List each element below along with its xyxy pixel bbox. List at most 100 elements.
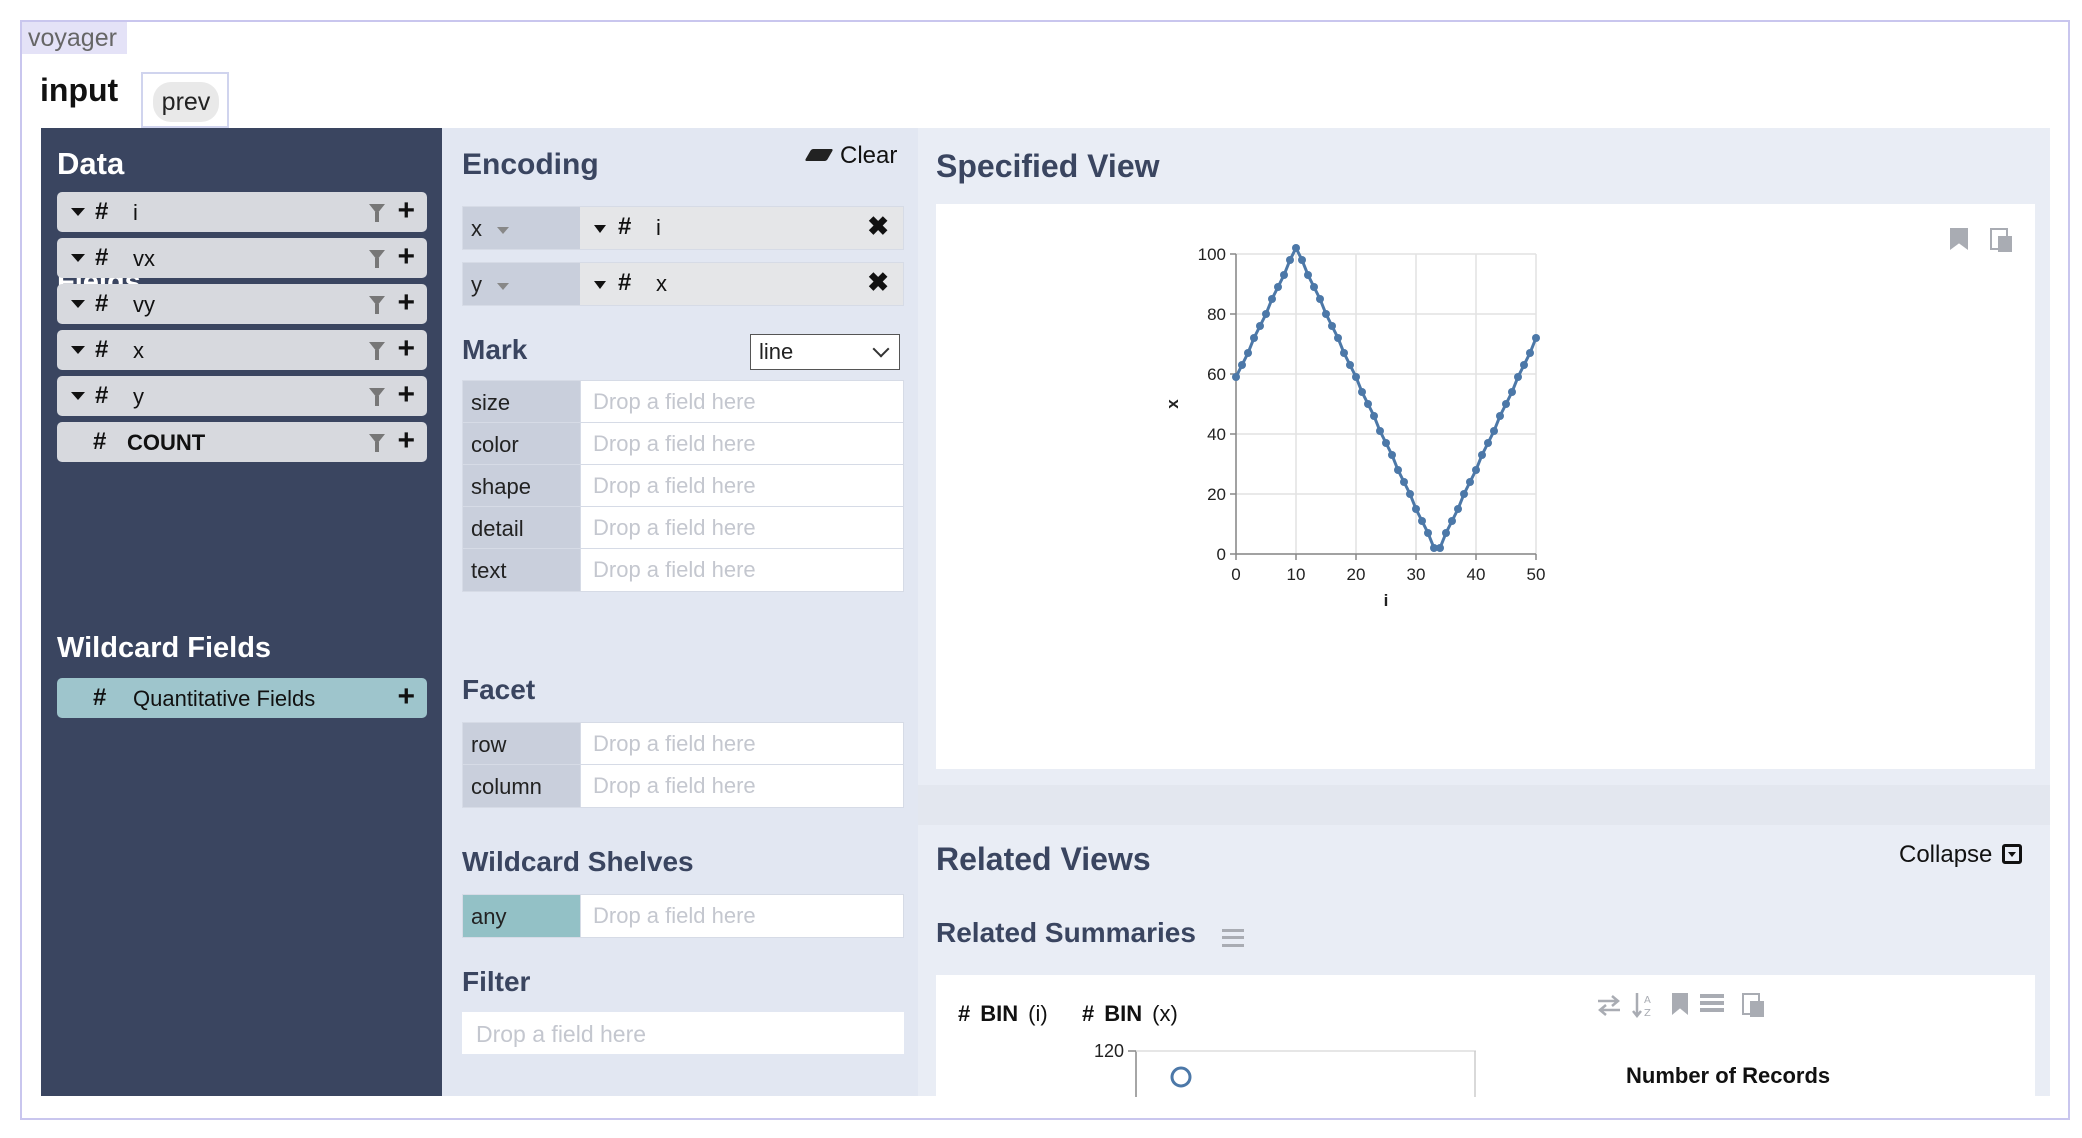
shelf-size[interactable]: size Drop a field here xyxy=(462,380,904,424)
collapse-button[interactable]: Collapse xyxy=(1899,841,2023,869)
shelf-x-label: x xyxy=(471,216,482,241)
field-pill-vx[interactable]: # vx + xyxy=(57,238,427,278)
data-point xyxy=(1280,271,1288,279)
shelf-y-field[interactable]: # x ✖ xyxy=(580,263,903,305)
data-point xyxy=(1328,322,1336,330)
remove-icon[interactable]: ✖ xyxy=(867,267,889,298)
data-point xyxy=(1238,361,1246,369)
shelf-x-field[interactable]: # i ✖ xyxy=(580,207,903,249)
shelf-column[interactable]: column Drop a field here xyxy=(462,764,904,808)
eraser-icon xyxy=(804,149,834,161)
data-point xyxy=(1442,529,1450,537)
mark-select-value: line xyxy=(759,339,794,364)
shelf-y-field-name: x xyxy=(656,271,667,296)
filter-icon[interactable] xyxy=(369,388,385,406)
filter-drop-zone[interactable]: Drop a field here xyxy=(462,1012,904,1054)
chevron-down-icon[interactable] xyxy=(497,283,509,290)
shelf-color[interactable]: color Drop a field here xyxy=(462,422,904,466)
filter-icon[interactable] xyxy=(369,434,385,452)
shelf-color-drop[interactable]: Drop a field here xyxy=(580,423,903,465)
field-pill-vy[interactable]: # vy + xyxy=(57,284,427,324)
series-line xyxy=(1234,244,1538,550)
shelf-y[interactable]: y # x ✖ xyxy=(462,262,904,306)
field-pill-x[interactable]: # x + xyxy=(57,330,427,370)
y-tick-label: 60 xyxy=(1207,365,1226,384)
data-point xyxy=(1478,451,1486,459)
mark-select[interactable]: line xyxy=(750,334,900,370)
encoding-panel: Encoding Clear x # i ✖ y # x ✖ Mark line… xyxy=(442,128,918,1096)
related-views-title: Related Views xyxy=(936,841,1151,877)
data-point xyxy=(1406,490,1414,498)
caret-down-icon[interactable] xyxy=(71,392,85,400)
quantitative-type-icon: # xyxy=(95,244,109,271)
filter-icon[interactable] xyxy=(369,204,385,222)
data-point xyxy=(1460,490,1468,498)
quantitative-type-icon: # xyxy=(1082,1001,1095,1026)
chevron-down-icon[interactable] xyxy=(497,227,509,234)
wildcard-field-quantitative[interactable]: # Quantitative Fields + xyxy=(57,678,427,718)
data-point xyxy=(1310,283,1318,291)
add-icon[interactable]: + xyxy=(397,194,415,228)
filter-icon[interactable] xyxy=(369,296,385,314)
shelf-any[interactable]: any Drop a field here xyxy=(462,894,904,938)
summary-point xyxy=(1170,1066,1192,1088)
add-icon[interactable]: + xyxy=(397,378,415,412)
swap-axes-icon[interactable] xyxy=(1596,993,1622,1017)
summary-field-name: (x) xyxy=(1152,1001,1178,1026)
list-icon[interactable] xyxy=(1222,929,1244,947)
shelf-x[interactable]: x # i ✖ xyxy=(462,206,904,250)
summary-field-label: BIN xyxy=(1104,1001,1143,1026)
shelf-x-field-name: i xyxy=(656,215,661,240)
shelf-row[interactable]: row Drop a field here xyxy=(462,722,904,766)
summary-field-name: (i) xyxy=(1028,1001,1048,1026)
x-tick-label: 0 xyxy=(1231,565,1240,584)
shelf-detail-drop[interactable]: Drop a field here xyxy=(580,507,903,549)
sort-icon[interactable]: A Z xyxy=(1632,991,1656,1019)
quantitative-type-icon: # xyxy=(618,269,632,296)
clear-button[interactable]: Clear xyxy=(804,142,898,170)
copy-icon[interactable] xyxy=(1742,993,1764,1017)
caret-down-icon[interactable] xyxy=(71,300,85,308)
remove-icon[interactable]: ✖ xyxy=(867,211,889,242)
shelf-text[interactable]: text Drop a field here xyxy=(462,548,904,592)
add-icon[interactable]: + xyxy=(397,680,415,714)
y-tick-label: 80 xyxy=(1207,305,1226,324)
caret-down-icon[interactable] xyxy=(71,208,85,216)
data-point xyxy=(1256,322,1264,330)
data-point xyxy=(1424,529,1432,537)
shelf-text-drop[interactable]: Drop a field here xyxy=(580,549,903,591)
clear-label: Clear xyxy=(840,142,898,169)
shelf-row-drop[interactable]: Drop a field here xyxy=(580,723,903,765)
list-icon[interactable] xyxy=(1700,993,1724,1013)
field-pill-i[interactable]: # i + xyxy=(57,192,427,232)
shelf-shape[interactable]: shape Drop a field here xyxy=(462,464,904,508)
shelf-column-drop[interactable]: Drop a field here xyxy=(580,765,903,807)
field-name: x xyxy=(133,338,144,363)
shelf-shape-drop[interactable]: Drop a field here xyxy=(580,465,903,507)
bookmark-icon[interactable] xyxy=(1672,993,1688,1015)
caret-down-icon[interactable] xyxy=(71,346,85,354)
field-pill-y[interactable]: # y + xyxy=(57,376,427,416)
add-icon[interactable]: + xyxy=(397,240,415,274)
caret-down-icon[interactable] xyxy=(594,281,606,289)
collapse-icon xyxy=(2002,844,2023,864)
prev-button[interactable]: prev xyxy=(153,82,219,122)
prev-button-frame[interactable]: prev xyxy=(141,72,229,128)
summary-y-tick: 120 xyxy=(1094,1041,1124,1061)
add-icon[interactable]: + xyxy=(397,286,415,320)
data-point xyxy=(1454,505,1462,513)
filter-icon[interactable] xyxy=(369,342,385,360)
x-tick-label: 40 xyxy=(1467,565,1486,584)
data-point xyxy=(1388,451,1396,459)
filter-icon[interactable] xyxy=(369,250,385,268)
caret-down-icon[interactable] xyxy=(594,225,606,233)
shelf-detail[interactable]: detail Drop a field here xyxy=(462,506,904,550)
shelf-any-drop[interactable]: Drop a field here xyxy=(580,895,903,937)
shelf-size-drop[interactable]: Drop a field here xyxy=(580,381,903,423)
add-icon[interactable]: + xyxy=(397,332,415,366)
field-pill-count[interactable]: # COUNT + xyxy=(57,422,427,462)
encoding-title: Encoding xyxy=(462,148,599,181)
caret-down-icon[interactable] xyxy=(71,254,85,262)
chevron-down-icon xyxy=(872,340,890,358)
add-icon[interactable]: + xyxy=(397,424,415,458)
